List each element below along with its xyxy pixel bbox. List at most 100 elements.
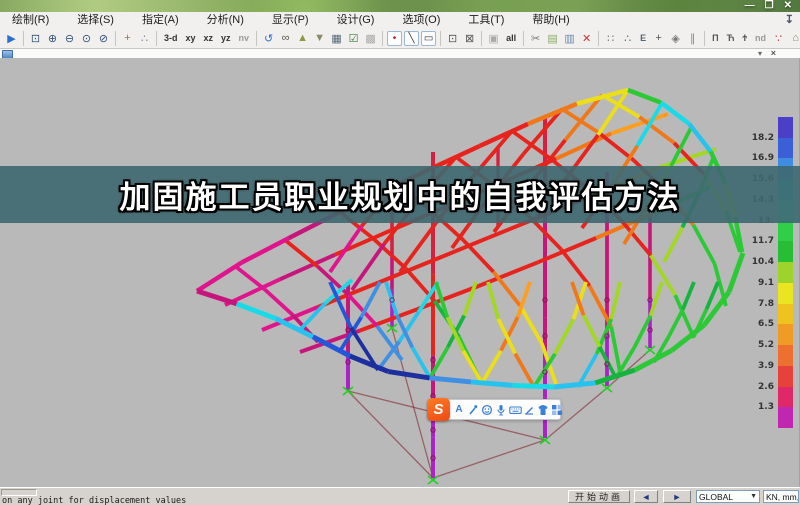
legend-band	[778, 303, 793, 325]
move-points-icon[interactable]: +	[651, 30, 666, 46]
set-display-options-icon[interactable]: ☑	[346, 30, 361, 46]
joint-loads-icon[interactable]: ∵	[771, 30, 786, 46]
view-window-menu-icon[interactable]: ▾	[758, 49, 762, 58]
toolbar-separator	[115, 30, 116, 46]
bridge-wizard-icon[interactable]: ⌂	[788, 30, 800, 46]
object-shrink-icon[interactable]: ▦	[329, 30, 344, 46]
menu-item-select[interactable]: 选择(S)	[63, 12, 128, 28]
ime-emoji-icon[interactable]	[481, 402, 494, 417]
view-xz-button[interactable]: xz	[201, 30, 217, 46]
delete-icon[interactable]: ✕	[579, 30, 594, 46]
sogou-logo-icon[interactable]: S	[427, 398, 450, 421]
draw-rect-icon[interactable]: ▭	[421, 30, 437, 46]
zoom-window-icon[interactable]: ⊡	[28, 30, 43, 46]
menu-item-help[interactable]: 帮助(H)	[518, 12, 583, 28]
desktop-wallpaper-strip: — ❐ ✕	[0, 0, 800, 12]
coordinate-system-select[interactable]: GLOBAL ▼	[696, 490, 760, 503]
status-message: on any joint for displacement values	[2, 496, 187, 505]
frame-truss-icon[interactable]: Ϯ	[739, 30, 750, 46]
zoom-previous-icon[interactable]: ⊘	[96, 30, 111, 46]
structural-model-canvas	[195, 87, 746, 485]
menu-item-analyze[interactable]: 分析(N)	[193, 12, 258, 28]
status-inset-box	[1, 489, 37, 496]
perspective-icon[interactable]: ∞	[278, 30, 293, 46]
legend-band	[778, 386, 793, 408]
ime-toolbox-icon[interactable]	[551, 402, 564, 417]
download-arrow-icon[interactable]: ↧	[785, 13, 794, 26]
run-analysis-icon[interactable]: ▶	[4, 30, 19, 46]
maximize-button[interactable]: ❐	[765, 0, 774, 12]
select-window-icon[interactable]: ⊠	[462, 30, 477, 46]
paste-icon[interactable]: ▥	[562, 30, 577, 46]
legend-value-label: 10.4	[751, 257, 774, 268]
menu-item-assign[interactable]: 指定(A)	[128, 12, 193, 28]
rotate-view-icon[interactable]: ↺	[261, 30, 276, 46]
legend-color-bar	[778, 117, 793, 429]
frame-braced-icon[interactable]: Ћ	[724, 30, 738, 46]
legend-value-label: 2.6	[758, 381, 774, 392]
ime-microphone-icon[interactable]	[495, 402, 508, 417]
draw-line-icon[interactable]: ╲	[404, 30, 420, 46]
menu-item-draw[interactable]: 绘制(R)	[0, 12, 63, 28]
minimize-button[interactable]: —	[745, 0, 755, 12]
toolbar: ▶ ⊡ ⊕ ⊖ ⊙ ⊘ + ∴ 3-d xy xz yz nv ↺ ∞ ▲ ▼ ▦ ☑ ▩ • ╲ ▭ ⊡ ⊠ ▣ all ✂ ▤ ▥ ✕ ∷…	[0, 28, 800, 49]
start-animation-button[interactable]: 开始动画	[568, 490, 630, 503]
legend-value-label: 16.9	[751, 153, 774, 164]
assign-area-icon[interactable]: ◈	[668, 30, 683, 46]
toolbar-separator	[440, 30, 442, 46]
clear-selection-icon[interactable]: ▣	[486, 30, 501, 46]
zoom-out-icon[interactable]: ⊖	[62, 30, 77, 46]
menu-item-display[interactable]: 显示(P)	[258, 12, 323, 28]
legend-band	[778, 324, 793, 346]
draw-point-icon[interactable]: •	[387, 30, 403, 46]
next-step-button[interactable]: ►	[663, 490, 691, 503]
extrude-icon[interactable]: E	[637, 30, 649, 46]
zoom-full-icon[interactable]: ⊙	[79, 30, 94, 46]
ime-handwriting-icon[interactable]	[523, 402, 536, 417]
legend-band	[778, 407, 793, 429]
menu-item-design[interactable]: 设计(G)	[323, 12, 389, 28]
ime-toolbar: S A	[427, 398, 564, 421]
select-all-button[interactable]: all	[503, 30, 519, 46]
ime-keyboard-icon[interactable]	[508, 402, 522, 417]
view-nv-button[interactable]: nv	[236, 30, 253, 46]
toolbar-separator	[382, 30, 384, 46]
move-down-icon[interactable]: ▼	[312, 30, 327, 46]
zoom-in-icon[interactable]: ⊕	[45, 30, 60, 46]
grid-points-icon[interactable]: ∷	[603, 30, 618, 46]
frame-portal-icon[interactable]: Π	[709, 30, 722, 46]
prev-step-button[interactable]: ◄	[634, 490, 658, 503]
legend-value-label: 9.1	[758, 277, 774, 288]
ime-mode-toggle[interactable]: A	[453, 402, 466, 417]
view-3d-button[interactable]: 3-d	[161, 30, 181, 46]
toolbar-separator	[256, 30, 258, 46]
view-window-close-icon[interactable]: ×	[771, 49, 776, 58]
move-up-icon[interactable]: ▲	[295, 30, 310, 46]
legend-band	[778, 262, 793, 284]
cut-icon[interactable]: ✂	[528, 30, 543, 46]
window-controls: — ❐ ✕	[745, 0, 792, 12]
nd-label[interactable]: nd	[752, 30, 769, 46]
ime-skin-icon[interactable]	[537, 402, 550, 417]
close-button[interactable]: ✕	[784, 0, 792, 12]
legend-value-label: 6.5	[758, 319, 774, 330]
parallel-lines-icon[interactable]: ∥	[685, 30, 700, 46]
units-select[interactable]: KN, mm, C ▼	[763, 490, 799, 503]
model-view-area[interactable]: 18.216.915.614.313.11.710.49.17.86.55.23…	[0, 58, 800, 487]
toolbar-separator	[598, 30, 600, 46]
joint-pattern-icon[interactable]: ∴	[620, 30, 635, 46]
toolbar-separator	[23, 30, 24, 46]
pan-icon[interactable]: +	[120, 30, 135, 46]
ime-text-cursor-icon[interactable]	[467, 402, 480, 417]
snap-options-icon[interactable]: ∴	[137, 30, 152, 46]
chevron-down-icon: ▼	[750, 493, 757, 500]
copy-icon[interactable]: ▤	[545, 30, 560, 46]
view-yz-button[interactable]: yz	[218, 30, 234, 46]
select-zoom-icon[interactable]: ⊡	[445, 30, 460, 46]
toolbar-separator	[156, 30, 157, 46]
menu-item-options[interactable]: 选项(O)	[388, 12, 454, 28]
more-options-icon[interactable]: ▩	[363, 30, 378, 46]
menu-item-tools[interactable]: 工具(T)	[454, 12, 518, 28]
view-xy-button[interactable]: xy	[183, 30, 199, 46]
coordinate-system-value: GLOBAL	[699, 491, 734, 502]
